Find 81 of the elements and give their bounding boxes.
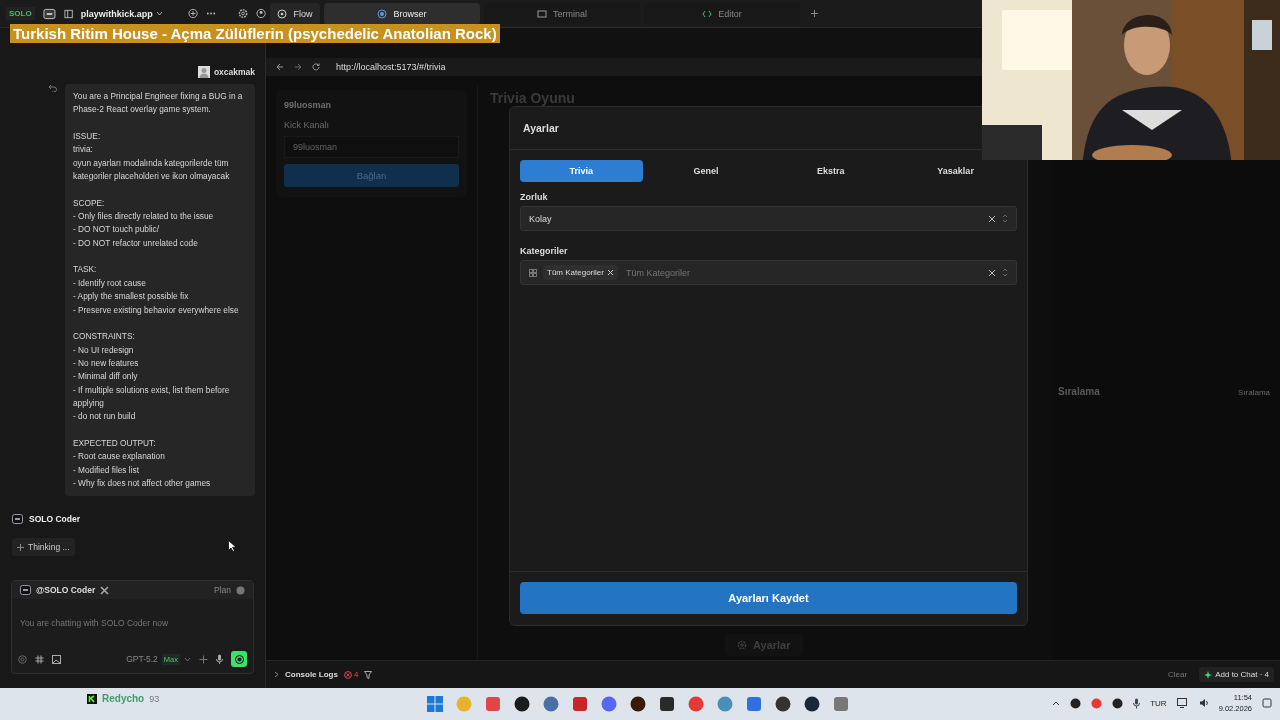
filter-icon[interactable] xyxy=(364,670,373,679)
app-icon[interactable] xyxy=(513,695,531,713)
microphone-icon[interactable] xyxy=(1133,697,1141,709)
select-field[interactable]: Kolay xyxy=(520,206,1017,231)
panel-label: Sıralama xyxy=(1238,388,1270,397)
app-icon[interactable] xyxy=(803,695,821,713)
tab[interactable]: Editor xyxy=(644,2,800,25)
undo-icon[interactable] xyxy=(48,84,57,92)
forward-icon[interactable] xyxy=(294,63,302,71)
bot-icon xyxy=(12,514,23,525)
field-label: Zorluk xyxy=(520,192,549,202)
microphone-icon[interactable] xyxy=(216,654,223,665)
network-icon[interactable] xyxy=(1176,698,1189,708)
mode-label: Plan xyxy=(214,585,231,596)
card-title: 99luosman xyxy=(284,100,333,110)
caret-icon xyxy=(155,11,163,16)
grid-icon xyxy=(529,268,537,277)
speaker-icon[interactable] xyxy=(1198,698,1209,708)
error-count: 4 xyxy=(343,670,359,679)
code-icon xyxy=(702,8,713,19)
clear-button[interactable]: Clear xyxy=(1162,669,1194,680)
bot-icon xyxy=(20,585,31,596)
viewer-count: 93 xyxy=(149,693,160,704)
sidebar-icon[interactable] xyxy=(63,8,73,19)
error-icon xyxy=(343,670,352,679)
image-icon[interactable] xyxy=(52,654,61,664)
kick-logo-icon xyxy=(87,693,97,704)
tray-app-icon[interactable] xyxy=(1070,697,1082,709)
send-button[interactable] xyxy=(231,651,247,668)
agent-name: SOLO Coder xyxy=(29,514,80,525)
caret-icon xyxy=(184,656,191,662)
chevron-up-icon[interactable] xyxy=(1052,700,1061,706)
settings-icon[interactable] xyxy=(237,8,248,19)
remove-icon[interactable] xyxy=(606,269,614,276)
user-name: oxcakmak xyxy=(213,67,255,77)
avatar-icon xyxy=(197,66,210,78)
tab[interactable]: Browser xyxy=(324,2,480,25)
tray-app-icon[interactable] xyxy=(1112,697,1124,709)
workspace-dropdown[interactable]: playwithkick.app xyxy=(80,8,163,19)
chevron-icon[interactable] xyxy=(274,671,279,678)
tab[interactable]: Terminal xyxy=(484,2,640,25)
app-icon[interactable] xyxy=(774,695,792,713)
clear-icon[interactable] xyxy=(988,214,996,223)
record-icon xyxy=(234,654,244,664)
account-icon[interactable] xyxy=(255,8,266,19)
globe-icon xyxy=(377,8,388,19)
sort-arrows-icon xyxy=(1002,214,1008,223)
streamer-name: Redycho xyxy=(102,693,145,704)
add-to-chat-button[interactable]: Add to Chat · 4 xyxy=(1199,667,1274,682)
chat-add-icon[interactable] xyxy=(188,8,199,19)
category-tag[interactable]: Tüm Kategoriler xyxy=(543,265,618,280)
windows-logo-icon[interactable] xyxy=(426,695,444,713)
console-title: Console Logs xyxy=(285,670,338,679)
chat-message: You are a Principal Engineer fixing a BUG in a Phase-2 React overlay game system. ISSUE: trivia: oyun ayarları modalında kategorilerde tüm kategoriler placeholderi ve ikon olmayacak SCOPE: - Only files directly related to the issue - DO NOT touch public/ - DO NOT refactor unrelated code TASK: - Identify root cause - Apply the smallest possible fix - Preserve existing behavior everywhere else CONSTRAINTS: - No UI redesign - No new features - Minimal diff only - If multiple solutions exist, list them before applying - do not run build EXPECTED OUTPUT: - Root cause explanation - Modified files list - Why fix does not affect other games xyxy=(65,84,255,497)
tab[interactable]: Genel xyxy=(644,160,768,182)
sort-arrows-icon xyxy=(1002,268,1008,277)
song-title: Turkish Ritim House - Açma Zülüflerin (psychedelic Anatolian Rock) xyxy=(13,25,497,42)
url-field[interactable]: http://localhost:5173/#/trivia xyxy=(336,62,446,72)
hash-icon[interactable] xyxy=(35,654,44,664)
tab[interactable]: Ekstra xyxy=(769,160,893,182)
multi-select-field[interactable]: Tüm Kategoriler Tüm Kategoriler xyxy=(520,260,1017,285)
language-indicator[interactable]: TUR xyxy=(1150,698,1167,708)
mouse-pointer-icon xyxy=(228,540,236,552)
tab[interactable]: Flow xyxy=(270,2,320,25)
tab[interactable]: Trivia xyxy=(520,160,643,182)
app-logo: SOLO xyxy=(6,7,35,20)
chat-input[interactable]: You are chatting with SOLO Coder now xyxy=(12,599,253,648)
save-button[interactable]: Ayarları Kaydet xyxy=(520,582,1017,614)
reload-icon[interactable] xyxy=(312,63,320,71)
app-icon[interactable] xyxy=(629,695,647,713)
settings-icon xyxy=(737,640,747,650)
clear-icon[interactable] xyxy=(988,268,996,277)
tab[interactable]: Yasaklar xyxy=(894,160,1017,182)
agent-mention: @SOLO Coder xyxy=(36,585,96,596)
app-icon[interactable] xyxy=(658,695,676,713)
plus-icon xyxy=(810,9,819,18)
thinking-status: Thinking ... xyxy=(12,538,75,557)
field-label: Kategoriler xyxy=(520,246,569,256)
panel-title: Sıralama xyxy=(1058,386,1100,397)
field-label: Kick Kanalı xyxy=(284,120,331,130)
back-icon[interactable] xyxy=(276,63,284,71)
